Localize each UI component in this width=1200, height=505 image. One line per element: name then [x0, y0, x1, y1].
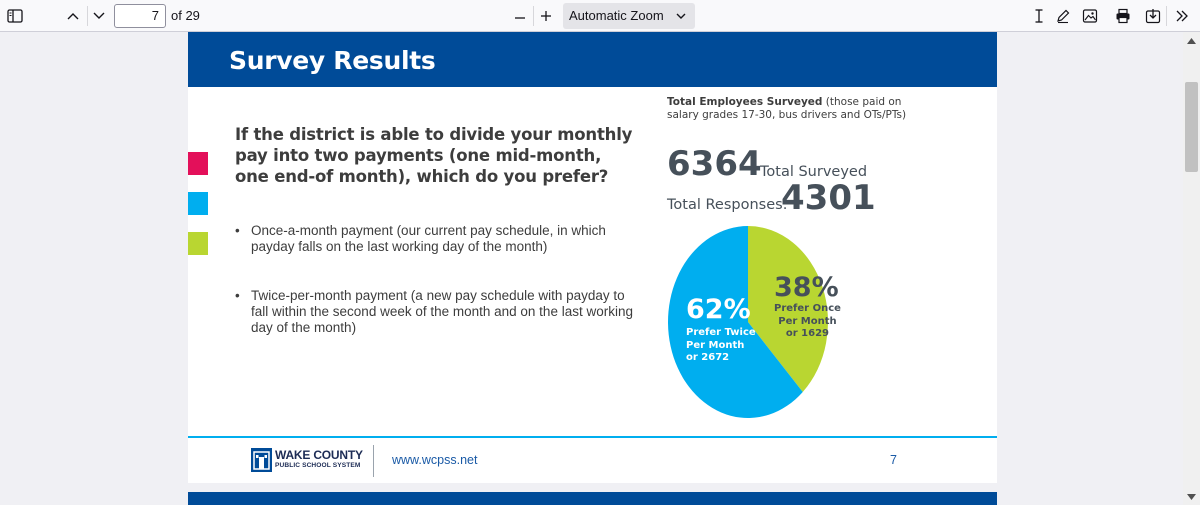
zoom-value: Automatic Zoom: [569, 8, 664, 23]
footer-divider-line: [188, 436, 997, 438]
save-download-icon[interactable]: [1140, 3, 1166, 29]
zoom-select[interactable]: Automatic Zoom: [563, 3, 695, 29]
total-responses-label: Total Responses:: [667, 197, 788, 213]
pie-label-line: or 2672: [686, 352, 730, 363]
pie-label-twice-percent: 62%: [686, 294, 751, 325]
pie-label-line: Prefer Twice: [686, 327, 756, 338]
total-surveyed-value: 6364: [667, 144, 762, 184]
employees-surveyed-note: Total Employees Surveyed (those paid on …: [667, 96, 917, 122]
slide-title: Survey Results: [229, 46, 436, 75]
footer-separator: [373, 445, 374, 477]
vertical-scrollbar[interactable]: [1183, 32, 1200, 505]
pie-label-line: Prefer Once: [774, 303, 841, 314]
pie-label-once-text: Prefer Once Per Month or 1629: [774, 303, 841, 341]
bullet-twice-per-month: • Twice-per-month payment (a new pay sch…: [235, 288, 635, 336]
previous-page-icon[interactable]: [60, 3, 86, 29]
page-number-input[interactable]: 7: [114, 4, 166, 28]
wcpss-logo: WAKE COUNTY PUBLIC SCHOOL SYSTEM: [251, 448, 371, 474]
add-image-icon[interactable]: [1077, 3, 1103, 29]
pie-label-twice-text: Prefer Twice Per Month or 2672: [686, 327, 756, 365]
print-icon[interactable]: [1110, 3, 1136, 29]
pie-label-line: Per Month: [686, 339, 745, 351]
survey-question: If the district is able to divide your m…: [235, 125, 633, 186]
slide-page: Survey Results If the district is able t…: [188, 32, 997, 483]
page-count: of 29: [171, 8, 200, 23]
draw-pen-icon[interactable]: [1050, 3, 1076, 29]
bullet-dot: •: [235, 288, 240, 303]
pie-label-line: Per Month: [778, 315, 837, 327]
lime-swatch: [188, 232, 208, 255]
schoolhouse-logo-icon: [251, 448, 272, 472]
text-cursor-icon[interactable]: [1026, 3, 1052, 29]
magenta-swatch: [188, 152, 208, 175]
bullet-text: Once-a-month payment (our current pay sc…: [251, 223, 606, 254]
toolbar-divider: [1166, 6, 1167, 26]
footer-page-number: 7: [890, 453, 897, 467]
sidebar-toggle-icon[interactable]: [2, 3, 28, 29]
scroll-down-icon[interactable]: [1183, 488, 1200, 505]
total-responses-value: 4301: [781, 178, 876, 218]
zoom-in-icon[interactable]: [533, 3, 559, 29]
scrollbar-thumb[interactable]: [1185, 82, 1198, 172]
footer-url: www.wcpss.net: [392, 453, 478, 467]
logo-text-school-system: PUBLIC SCHOOL SYSTEM: [275, 462, 361, 469]
pie-label-line: or 1629: [785, 328, 830, 339]
next-page-icon[interactable]: [86, 3, 112, 29]
pie-label-once-percent: 38%: [774, 272, 839, 303]
pdf-toolbar: 7 of 29 Automatic Zoom: [0, 0, 1200, 32]
bullet-text: Twice-per-month payment (a new pay sched…: [251, 288, 633, 335]
logo-text-wake-county: WAKE COUNTY: [275, 448, 363, 462]
employees-note-bold: Total Employees Surveyed: [667, 96, 823, 108]
more-tools-icon[interactable]: [1169, 3, 1195, 29]
next-slide-header-bar: [188, 492, 997, 505]
zoom-out-icon[interactable]: [507, 3, 533, 29]
slide-header-bar: Survey Results: [188, 32, 997, 87]
bullet-once-a-month: • Once-a-month payment (our current pay …: [235, 223, 635, 255]
cyan-swatch: [188, 192, 208, 215]
bullet-dot: •: [235, 223, 240, 238]
scroll-up-icon[interactable]: [1183, 32, 1200, 49]
